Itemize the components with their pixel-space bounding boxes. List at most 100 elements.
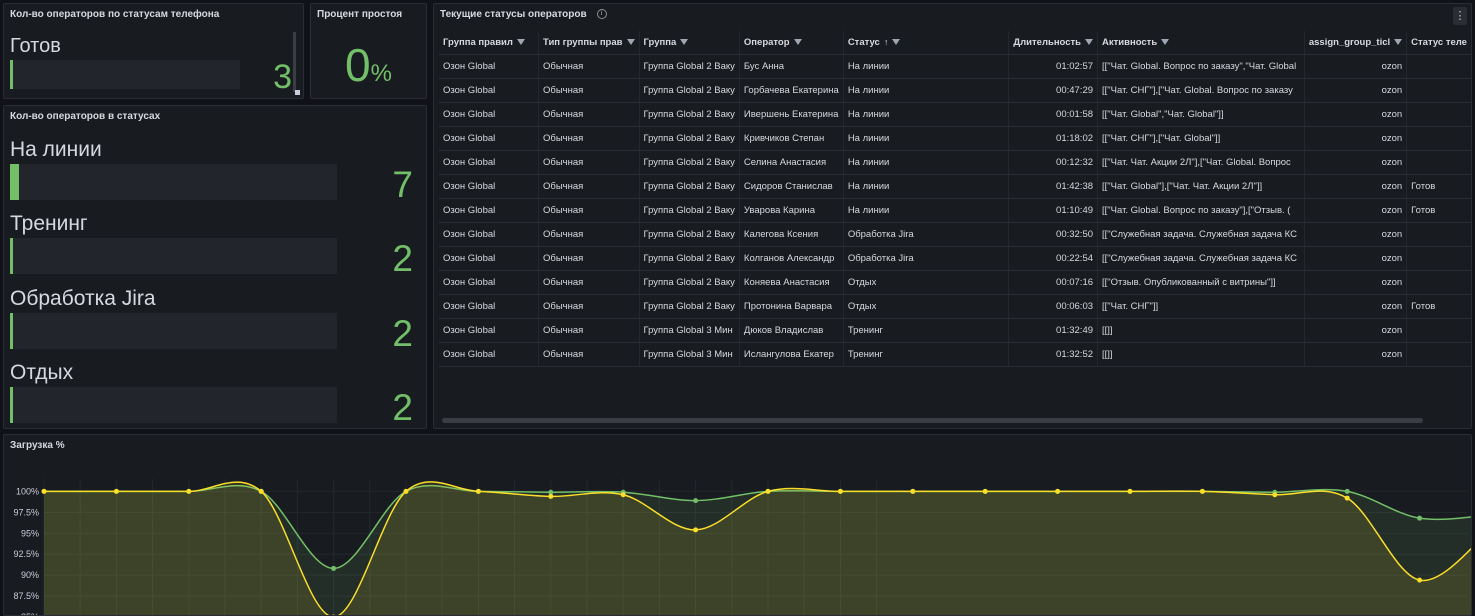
- column-header-label: Группа правил: [443, 37, 513, 48]
- table-row[interactable]: Озон GlobalОбычнаяГруппа Global 2 ВакуКо…: [439, 271, 1471, 295]
- column-header[interactable]: Длительность: [1009, 31, 1098, 55]
- column-header[interactable]: Группа правил: [439, 31, 539, 55]
- data-point: [1272, 492, 1277, 497]
- resize-handle[interactable]: [295, 90, 300, 95]
- data-point: [1345, 496, 1350, 501]
- data-point: [476, 489, 481, 494]
- table-cell: Группа Global 2 Ваку: [639, 79, 739, 103]
- table-cell: [[]]: [1098, 319, 1305, 343]
- filter-icon[interactable]: [680, 39, 688, 45]
- info-icon[interactable]: i: [597, 9, 607, 19]
- table-row[interactable]: Озон GlobalОбычнаяГруппа Global 2 ВакуСи…: [439, 175, 1471, 199]
- status-value: 7: [392, 166, 413, 203]
- column-header[interactable]: Тип группы прав: [539, 31, 639, 55]
- idle-unit: %: [371, 60, 392, 87]
- table-cell: Озон Global: [439, 175, 539, 199]
- table-cell: Озон Global: [439, 319, 539, 343]
- column-header[interactable]: Группа: [639, 31, 739, 55]
- scroll-track[interactable]: [293, 32, 296, 92]
- horizontal-scrollbar[interactable]: [442, 418, 1423, 423]
- table-cell: Группа Global 2 Ваку: [639, 295, 739, 319]
- data-point: [693, 498, 698, 503]
- filter-icon[interactable]: [1161, 39, 1169, 45]
- y-tick-label: 95%: [21, 528, 39, 538]
- data-point: [1345, 489, 1350, 494]
- table-cell: [["Чат. Чат. Акции 2Л"],["Чат. Global. В…: [1098, 151, 1305, 175]
- panel-title: Кол-во операторов в статусах: [10, 111, 160, 122]
- table-row[interactable]: Озон GlobalОбычнаяГруппа Global 3 МинИсл…: [439, 343, 1471, 367]
- column-header[interactable]: Статус↑: [843, 31, 1008, 55]
- column-header-label: Статус теле: [1411, 37, 1467, 48]
- table-cell: Обработка Jira: [843, 247, 1008, 271]
- table-row[interactable]: Озон GlobalОбычнаяГруппа Global 2 ВакуПр…: [439, 295, 1471, 319]
- panel-menu-icon[interactable]: ⋮: [1453, 7, 1467, 25]
- filter-icon[interactable]: [1085, 39, 1093, 45]
- table-body: Озон GlobalОбычнаяГруппа Global 2 ВакуБу…: [439, 55, 1471, 367]
- data-point: [548, 494, 553, 499]
- y-tick-label: 97.5%: [13, 507, 39, 517]
- table-row[interactable]: Озон GlobalОбычнаяГруппа Global 2 ВакуБу…: [439, 55, 1471, 79]
- status-value: 2: [392, 240, 413, 277]
- operators-table: Группа правил Тип группы прав Группа Опе…: [439, 31, 1471, 367]
- column-header[interactable]: Статус теле: [1407, 31, 1471, 55]
- table-cell: Калегова Ксения: [739, 223, 843, 247]
- data-point: [1417, 578, 1422, 583]
- table-cell: Обычная: [539, 79, 639, 103]
- table-cell: ozon: [1304, 175, 1406, 199]
- data-point: [621, 492, 626, 497]
- table-row[interactable]: Озон GlobalОбычнаяГруппа Global 2 ВакуКо…: [439, 247, 1471, 271]
- table-cell: Обычная: [539, 151, 639, 175]
- filter-icon[interactable]: [517, 39, 525, 45]
- table-row[interactable]: Озон GlobalОбычнаяГруппа Global 2 ВакуСе…: [439, 151, 1471, 175]
- data-point: [838, 489, 843, 494]
- status-value: 2: [392, 315, 413, 352]
- column-header[interactable]: Оператор: [739, 31, 843, 55]
- data-point: [983, 489, 988, 494]
- table-cell: Обычная: [539, 199, 639, 223]
- data-point: [1200, 489, 1205, 494]
- table-cell: Обычная: [539, 295, 639, 319]
- table-cell: Кривчиков Степан: [739, 127, 843, 151]
- data-point: [766, 489, 771, 494]
- table-cell: Группа Global 2 Ваку: [639, 223, 739, 247]
- table-cell: Обычная: [539, 247, 639, 271]
- column-header[interactable]: Активность: [1098, 31, 1305, 55]
- phone-status-label: Готов: [10, 35, 61, 58]
- table-cell: 01:32:49: [1009, 319, 1098, 343]
- series-area: [44, 482, 1472, 616]
- filter-icon[interactable]: [794, 39, 802, 45]
- data-point: [1055, 489, 1060, 494]
- table-row[interactable]: Озон GlobalОбычнаяГруппа Global 2 ВакуКа…: [439, 223, 1471, 247]
- table-cell: [1407, 127, 1471, 151]
- table-cell: Группа Global 2 Ваку: [639, 247, 739, 271]
- column-header[interactable]: assign_group_ticl: [1304, 31, 1406, 55]
- table-cell: Обычная: [539, 343, 639, 367]
- table-row[interactable]: Озон GlobalОбычнаяГруппа Global 2 ВакуУв…: [439, 199, 1471, 223]
- table-row[interactable]: Озон GlobalОбычнаяГруппа Global 3 МинДюк…: [439, 319, 1471, 343]
- y-tick-label: 87.5%: [13, 591, 39, 601]
- table-cell: На линии: [843, 55, 1008, 79]
- filter-icon[interactable]: [1394, 39, 1402, 45]
- table-row[interactable]: Озон GlobalОбычнаяГруппа Global 2 ВакуКр…: [439, 127, 1471, 151]
- table-cell: [["Чат. Global. Вопрос по заказу","Чат. …: [1098, 55, 1305, 79]
- table-cell: ozon: [1304, 343, 1406, 367]
- table-cell: Обработка Jira: [843, 223, 1008, 247]
- column-header-label: Группа: [644, 37, 677, 48]
- table-row[interactable]: Озон GlobalОбычнаяГруппа Global 2 ВакуИв…: [439, 103, 1471, 127]
- sort-asc-icon: ↑: [884, 37, 889, 47]
- table-cell: Коняева Анастасия: [739, 271, 843, 295]
- status-bar: [10, 238, 337, 274]
- table-cell: Группа Global 2 Ваку: [639, 55, 739, 79]
- table-row[interactable]: Озон GlobalОбычнаяГруппа Global 2 ВакуГо…: [439, 79, 1471, 103]
- filter-icon[interactable]: [627, 39, 635, 45]
- table-cell: Озон Global: [439, 55, 539, 79]
- filter-icon[interactable]: [892, 39, 900, 45]
- table-cell: Озон Global: [439, 295, 539, 319]
- status-bar-fill: [10, 313, 13, 349]
- table-cell: ozon: [1304, 223, 1406, 247]
- table-cell: Ивершень Екатерина: [739, 103, 843, 127]
- table-cell: Группа Global 2 Ваку: [639, 199, 739, 223]
- table-cell: ozon: [1304, 271, 1406, 295]
- phone-status-bar-fill: [10, 60, 13, 89]
- operators-table-panel: Текущие статусы операторовi ⋮ Группа пра…: [433, 3, 1472, 429]
